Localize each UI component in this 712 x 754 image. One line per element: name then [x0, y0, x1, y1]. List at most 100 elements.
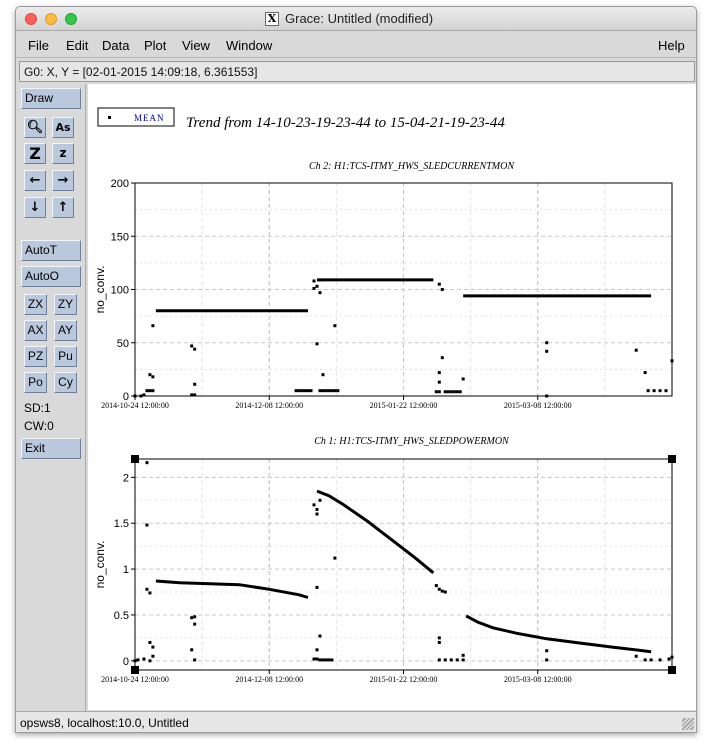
draw-button[interactable]: Draw — [21, 88, 81, 109]
data-point — [148, 640, 152, 644]
plot-svg[interactable]: MEAN Trend from 14-10-23-19-23-44 to 15-0… — [88, 84, 696, 710]
menu-help[interactable]: Help — [658, 38, 685, 53]
menu-plot[interactable]: Plot — [144, 38, 166, 53]
data-point — [452, 390, 456, 394]
data-point — [190, 616, 194, 620]
data-point — [318, 291, 322, 295]
data-point — [634, 654, 638, 658]
pu-button[interactable]: Pu — [54, 346, 77, 367]
data-point — [145, 587, 149, 591]
data-point — [667, 657, 671, 661]
data-point — [151, 654, 155, 658]
y-tick-label: 100 — [111, 285, 129, 297]
arrow-up-icon[interactable]: ↑ — [52, 197, 74, 218]
data-point — [151, 645, 155, 649]
selection-handle — [131, 666, 139, 674]
data-point — [333, 389, 337, 393]
arrow-left-icon[interactable]: ← — [24, 170, 46, 191]
autot-button[interactable]: AutoT — [21, 240, 81, 261]
data-point — [440, 589, 444, 593]
trend-title: Trend from 14-10-23-19-23-44 to 15-04-21… — [186, 115, 505, 131]
x-tick-label: 2015-01-22 12:00:00 — [370, 401, 438, 410]
data-point — [437, 658, 441, 662]
data-point — [318, 658, 322, 662]
y-tick-label: 0 — [123, 656, 129, 668]
data-point — [303, 389, 307, 393]
ay-button[interactable]: AY — [54, 320, 77, 341]
locator-bar: G0: X, Y = [02-01-2015 14:09:18, 6.36155… — [19, 61, 695, 82]
data-point — [643, 371, 647, 375]
data-point — [300, 389, 304, 393]
data-point — [664, 389, 668, 393]
data-point — [545, 341, 549, 345]
data-point — [318, 634, 322, 638]
data-point — [142, 657, 146, 661]
minimize-button[interactable] — [45, 13, 57, 25]
menu-data[interactable]: Data — [102, 38, 129, 53]
cy-button[interactable]: Cy — [54, 372, 77, 393]
data-point — [148, 591, 152, 595]
data-point — [145, 523, 149, 527]
data-point — [139, 394, 143, 398]
zoom-magnifier-icon[interactable]: 🔍︎ — [24, 117, 46, 138]
x11-icon: X — [265, 12, 279, 26]
exit-button[interactable]: Exit — [21, 438, 81, 459]
y-tick-label: 2 — [123, 472, 129, 484]
data-point — [145, 389, 149, 393]
data-point — [437, 587, 441, 591]
data-point — [634, 348, 638, 352]
resize-grip-icon[interactable] — [682, 718, 694, 730]
data-point — [297, 389, 301, 393]
data-point — [315, 657, 319, 661]
data-point — [545, 649, 549, 653]
data-point — [315, 585, 319, 589]
data-point — [461, 377, 465, 381]
arrow-right-icon[interactable]: → — [52, 170, 74, 191]
autoscale-text-icon[interactable]: Aꜱ — [52, 117, 74, 138]
data-point — [333, 556, 337, 560]
data-point — [190, 344, 194, 348]
data-point — [437, 636, 441, 640]
x-tick-label: 2014-10-24 12:00:00 — [101, 401, 169, 410]
menu-file[interactable]: File — [28, 38, 49, 53]
data-point — [312, 657, 316, 661]
close-button[interactable] — [25, 13, 37, 25]
data-point — [321, 658, 325, 662]
autoo-button[interactable]: AutoO — [21, 266, 81, 287]
data-point — [658, 658, 662, 662]
data-point — [142, 393, 146, 397]
data-point — [312, 286, 316, 290]
data-point — [306, 389, 310, 393]
data-point — [670, 655, 674, 659]
data-point — [133, 394, 137, 398]
data-point — [312, 503, 316, 507]
data-point — [658, 389, 662, 393]
selection-handle — [668, 455, 676, 463]
pz-button[interactable]: PZ — [24, 346, 47, 367]
menu-window[interactable]: Window — [226, 38, 272, 53]
arrow-down-icon[interactable]: ↓ — [24, 197, 46, 218]
data-point — [294, 389, 298, 393]
menu-view[interactable]: View — [182, 38, 210, 53]
y-tick-label: 150 — [111, 231, 129, 243]
data-point — [443, 658, 447, 662]
data-point — [315, 648, 319, 652]
menu-bar: File Edit Data Plot View Window Help — [16, 32, 696, 58]
zx-button[interactable]: ZX — [24, 294, 47, 315]
data-point — [670, 359, 674, 363]
data-point — [190, 393, 194, 397]
data-point — [545, 394, 549, 398]
plot-canvas[interactable]: MEAN Trend from 14-10-23-19-23-44 to 15-0… — [88, 84, 696, 710]
zoom-z-icon[interactable]: Z — [24, 143, 46, 164]
data-point — [443, 390, 447, 394]
zy-button[interactable]: ZY — [54, 294, 77, 315]
data-curve — [316, 489, 435, 574]
data-point — [324, 658, 328, 662]
zoom-out-z-icon[interactable]: z — [52, 143, 74, 164]
data-point — [437, 390, 441, 394]
ax-button[interactable]: AX — [24, 320, 47, 341]
zoom-button[interactable] — [65, 13, 77, 25]
menu-edit[interactable]: Edit — [66, 38, 88, 53]
data-point — [148, 389, 152, 393]
po-button[interactable]: Po — [24, 372, 47, 393]
